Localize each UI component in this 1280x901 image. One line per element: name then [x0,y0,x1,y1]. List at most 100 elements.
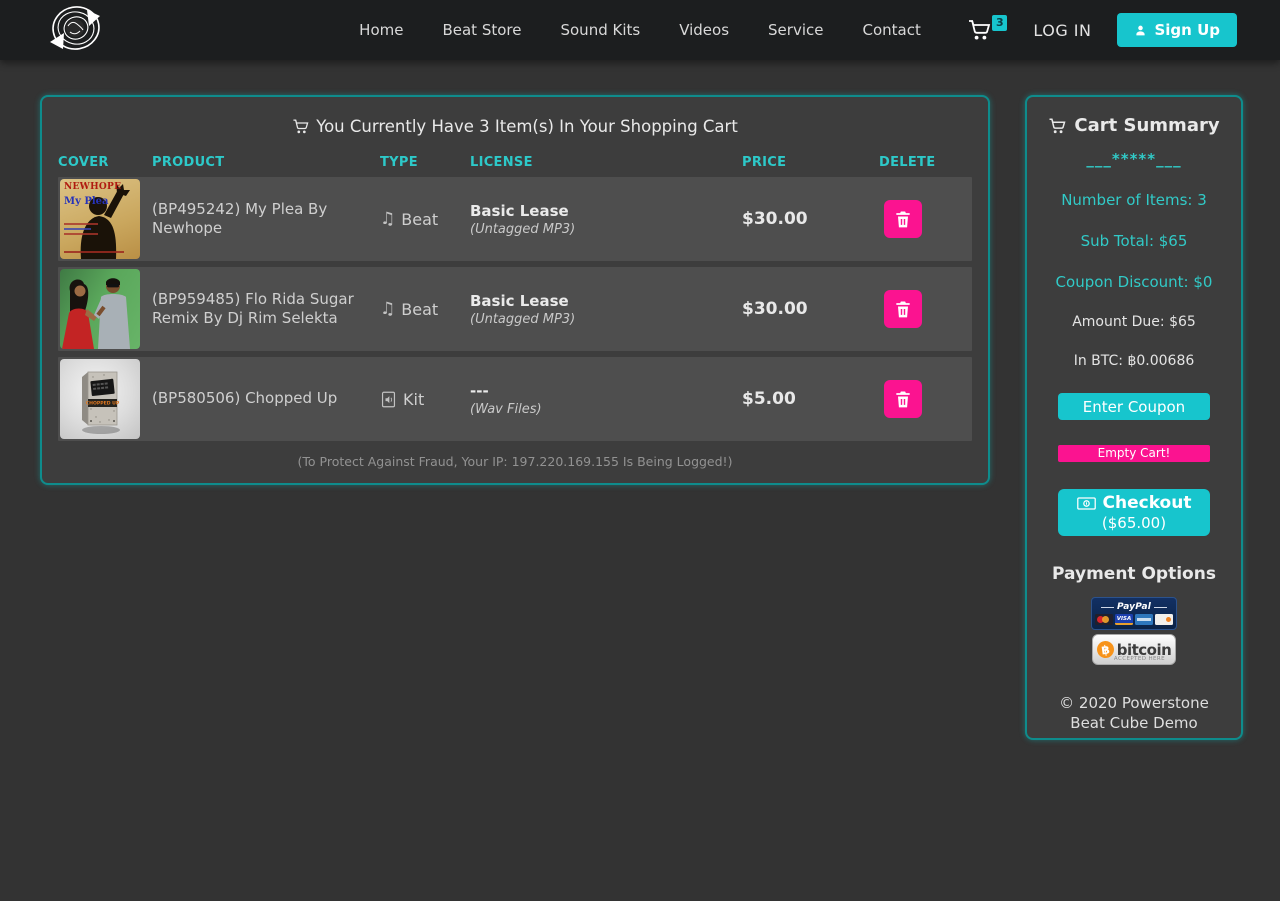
mastercard-icon [1095,614,1113,625]
nav-right: 3 LOG IN Sign Up [967,0,1237,60]
type-cell: ♫ Beat [380,300,470,319]
nav-item-service[interactable]: Service [768,21,823,39]
license-cell: --- (Wav Files) [470,382,742,417]
delete-item-button[interactable] [884,200,922,238]
signup-label: Sign Up [1154,21,1220,39]
type-cell: ♫ Beat [380,210,470,229]
item-price: $30.00 [742,299,879,319]
delete-item-button[interactable] [884,380,922,418]
empty-cart-button[interactable]: Empty Cart! [1058,445,1210,462]
cover-image-my-plea[interactable]: NEWHOPE My Plea [60,179,140,259]
license-detail: (Untagged MP3) [470,222,742,237]
license-name: --- [470,382,742,400]
trash-icon [893,389,913,409]
cart-title-text: You Currently Have 3 Item(s) In Your Sho… [316,117,738,136]
cart-item-row: NEWHOPE My Plea (BP495242) My Plea By Ne… [58,177,972,261]
number-of-items: Number of Items: 3 [1061,191,1207,209]
paypal-logo: PayPal [1117,602,1151,612]
sub-total: Sub Total: $65 [1081,232,1188,250]
nav-item-videos[interactable]: Videos [679,21,729,39]
column-header-delete: DELETE [879,155,972,170]
bitcoin-badge: ฿ bitcoin ACCEPTED HERE [1092,634,1176,665]
cart-panel: You Currently Have 3 Item(s) In Your Sho… [40,95,990,485]
checkout-label: Checkout [1103,493,1192,513]
page: Home Beat Store Sound Kits Videos Servic… [0,0,1280,901]
cover-box-text: CHOPPED UP [86,401,120,407]
type-label: Beat [401,300,438,319]
column-header-price: PRICE [742,155,879,170]
signup-button[interactable]: Sign Up [1117,13,1237,47]
license-detail: (Wav Files) [470,402,742,417]
nav-item-sound-kits[interactable]: Sound Kits [560,21,640,39]
column-header-product: PRODUCT [152,155,380,170]
coupon-discount: Coupon Discount: $0 [1056,273,1213,291]
type-label: Beat [401,210,438,229]
cart-count-badge: 3 [992,15,1007,31]
person-icon [1134,24,1147,37]
checkout-button[interactable]: Checkout ($65.00) [1058,489,1210,536]
navbar: Home Beat Store Sound Kits Videos Servic… [0,0,1280,60]
nav-cart-button[interactable]: 3 [967,18,1007,42]
music-note-icon: ♫ [380,301,395,318]
cover-decor-footer [64,251,124,253]
cover-image-chopped-up[interactable]: CHOPPED UP [60,359,140,439]
copyright-text: © 2020 Powerstone Beat Cube Demo [1054,693,1214,734]
money-icon [1077,497,1096,510]
nav-item-contact[interactable]: Contact [862,21,920,39]
visa-icon: VISA [1115,614,1133,625]
bitcoin-icon: ฿ [1096,640,1115,659]
cart-title: You Currently Have 3 Item(s) In Your Sho… [58,115,972,137]
delete-cell [879,380,972,418]
audio-file-icon [380,391,397,408]
cart-icon [292,118,309,135]
cover-artist-text: NEWHOPE [64,182,121,192]
login-link[interactable]: LOG IN [1033,21,1091,40]
cover-image-flo-rida-sugar[interactable] [60,269,140,349]
paypal-decor-line [1101,607,1114,608]
cart-summary-title: Cart Summary [1048,115,1219,136]
btc-amount: In BTC: ฿0.00686 [1074,353,1195,369]
amex-icon [1135,614,1153,625]
paypal-decor-line [1154,607,1167,608]
product-name: (BP495242) My Plea By Newhope [152,200,380,239]
cart-summary-title-text: Cart Summary [1074,115,1219,136]
license-name: Basic Lease [470,202,742,220]
license-detail: (Untagged MP3) [470,312,742,327]
item-price: $30.00 [742,209,879,229]
paypal-badge: PayPal VISA [1091,597,1177,630]
license-cell: Basic Lease (Untagged MP3) [470,292,742,327]
delete-item-button[interactable] [884,290,922,328]
cart-icon [1048,117,1066,135]
bitcoin-accepted-here: ACCEPTED HERE [1114,656,1165,662]
product-name: (BP580506) Chopped Up [152,389,380,409]
music-note-icon: ♫ [380,211,395,228]
column-header-license: LICENSE [470,155,742,170]
type-label: Kit [403,390,424,409]
trash-icon [893,209,913,229]
cart-item-row: CHOPPED UP (BP580506) Chopped Up Kit ---… [58,357,972,441]
cover-decor-lines [64,223,98,238]
delete-cell [879,290,972,328]
nav-item-home[interactable]: Home [359,21,403,39]
amount-due: Amount Due: $65 [1072,314,1196,330]
license-cell: Basic Lease (Untagged MP3) [470,202,742,237]
cart-item-row: (BP959485) Flo Rida Sugar Remix By Dj Ri… [58,267,972,351]
enter-coupon-button[interactable]: Enter Coupon [1058,393,1210,420]
trash-icon [893,299,913,319]
column-header-type: TYPE [380,155,470,170]
checkout-amount: ($65.00) [1102,514,1166,532]
summary-divider: ___*****___ [1086,150,1181,168]
license-name: Basic Lease [470,292,742,310]
cart-table-header: COVER PRODUCT TYPE LICENSE PRICE DELETE [58,153,972,171]
fraud-notice: (To Protect Against Fraud, Your IP: 197.… [58,454,972,469]
product-name: (BP959485) Flo Rida Sugar Remix By Dj Ri… [152,290,380,329]
delete-cell [879,200,972,238]
item-price: $5.00 [742,389,879,409]
nav-item-beat-store[interactable]: Beat Store [442,21,521,39]
type-cell: Kit [380,390,470,409]
cart-icon [967,18,991,42]
discover-icon [1155,614,1173,625]
payment-options-title: Payment Options [1052,564,1216,584]
column-header-cover: COVER [58,155,152,170]
cart-summary-panel: Cart Summary ___*****___ Number of Items… [1025,95,1243,740]
